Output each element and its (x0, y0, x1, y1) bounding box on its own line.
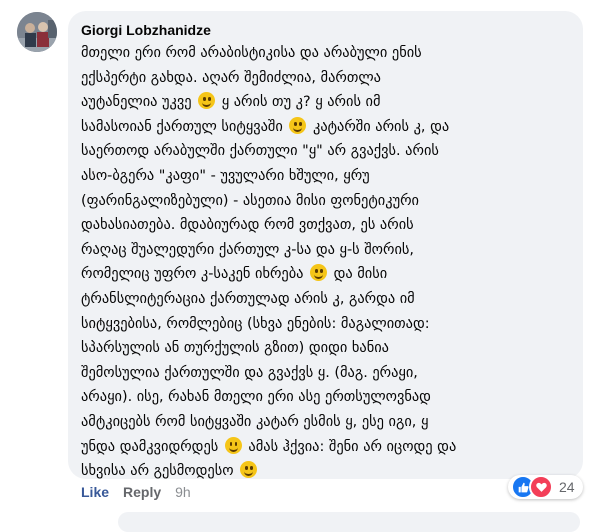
reply-button[interactable]: Reply (123, 484, 161, 506)
avatar[interactable] (17, 12, 57, 52)
smile-emoji-icon (198, 92, 216, 110)
comment-text-part: კატარში არის კ, და საერთოდ არაბულში ქართ… (81, 118, 450, 283)
comment-text: მთელი ერი რომ არაბისტიკისა და არაბული ენ… (81, 41, 577, 484)
smile-emoji-icon (240, 461, 258, 479)
next-comment-bubble (118, 512, 580, 532)
love-reaction-icon (529, 475, 553, 499)
smile-emoji-icon (310, 264, 328, 282)
comment-actions: Like Reply 9h (81, 484, 191, 506)
comment-author[interactable]: Giorgi Lobzhanidze (81, 22, 211, 38)
reaction-summary[interactable]: 24 (508, 475, 583, 499)
reaction-count: 24 (559, 479, 575, 495)
comment-timestamp[interactable]: 9h (175, 484, 191, 506)
comment-text-part: და მისი ტრანსლიტერაცია ქართულად არის კ, … (81, 266, 431, 455)
smile-emoji-icon (289, 116, 307, 134)
comment-bubble: Giorgi Lobzhanidze მთელი ერი რომ არაბისტ… (68, 11, 583, 479)
like-button[interactable]: Like (81, 484, 109, 506)
avatar-photo (17, 12, 57, 52)
smile-emoji-icon (224, 436, 242, 454)
